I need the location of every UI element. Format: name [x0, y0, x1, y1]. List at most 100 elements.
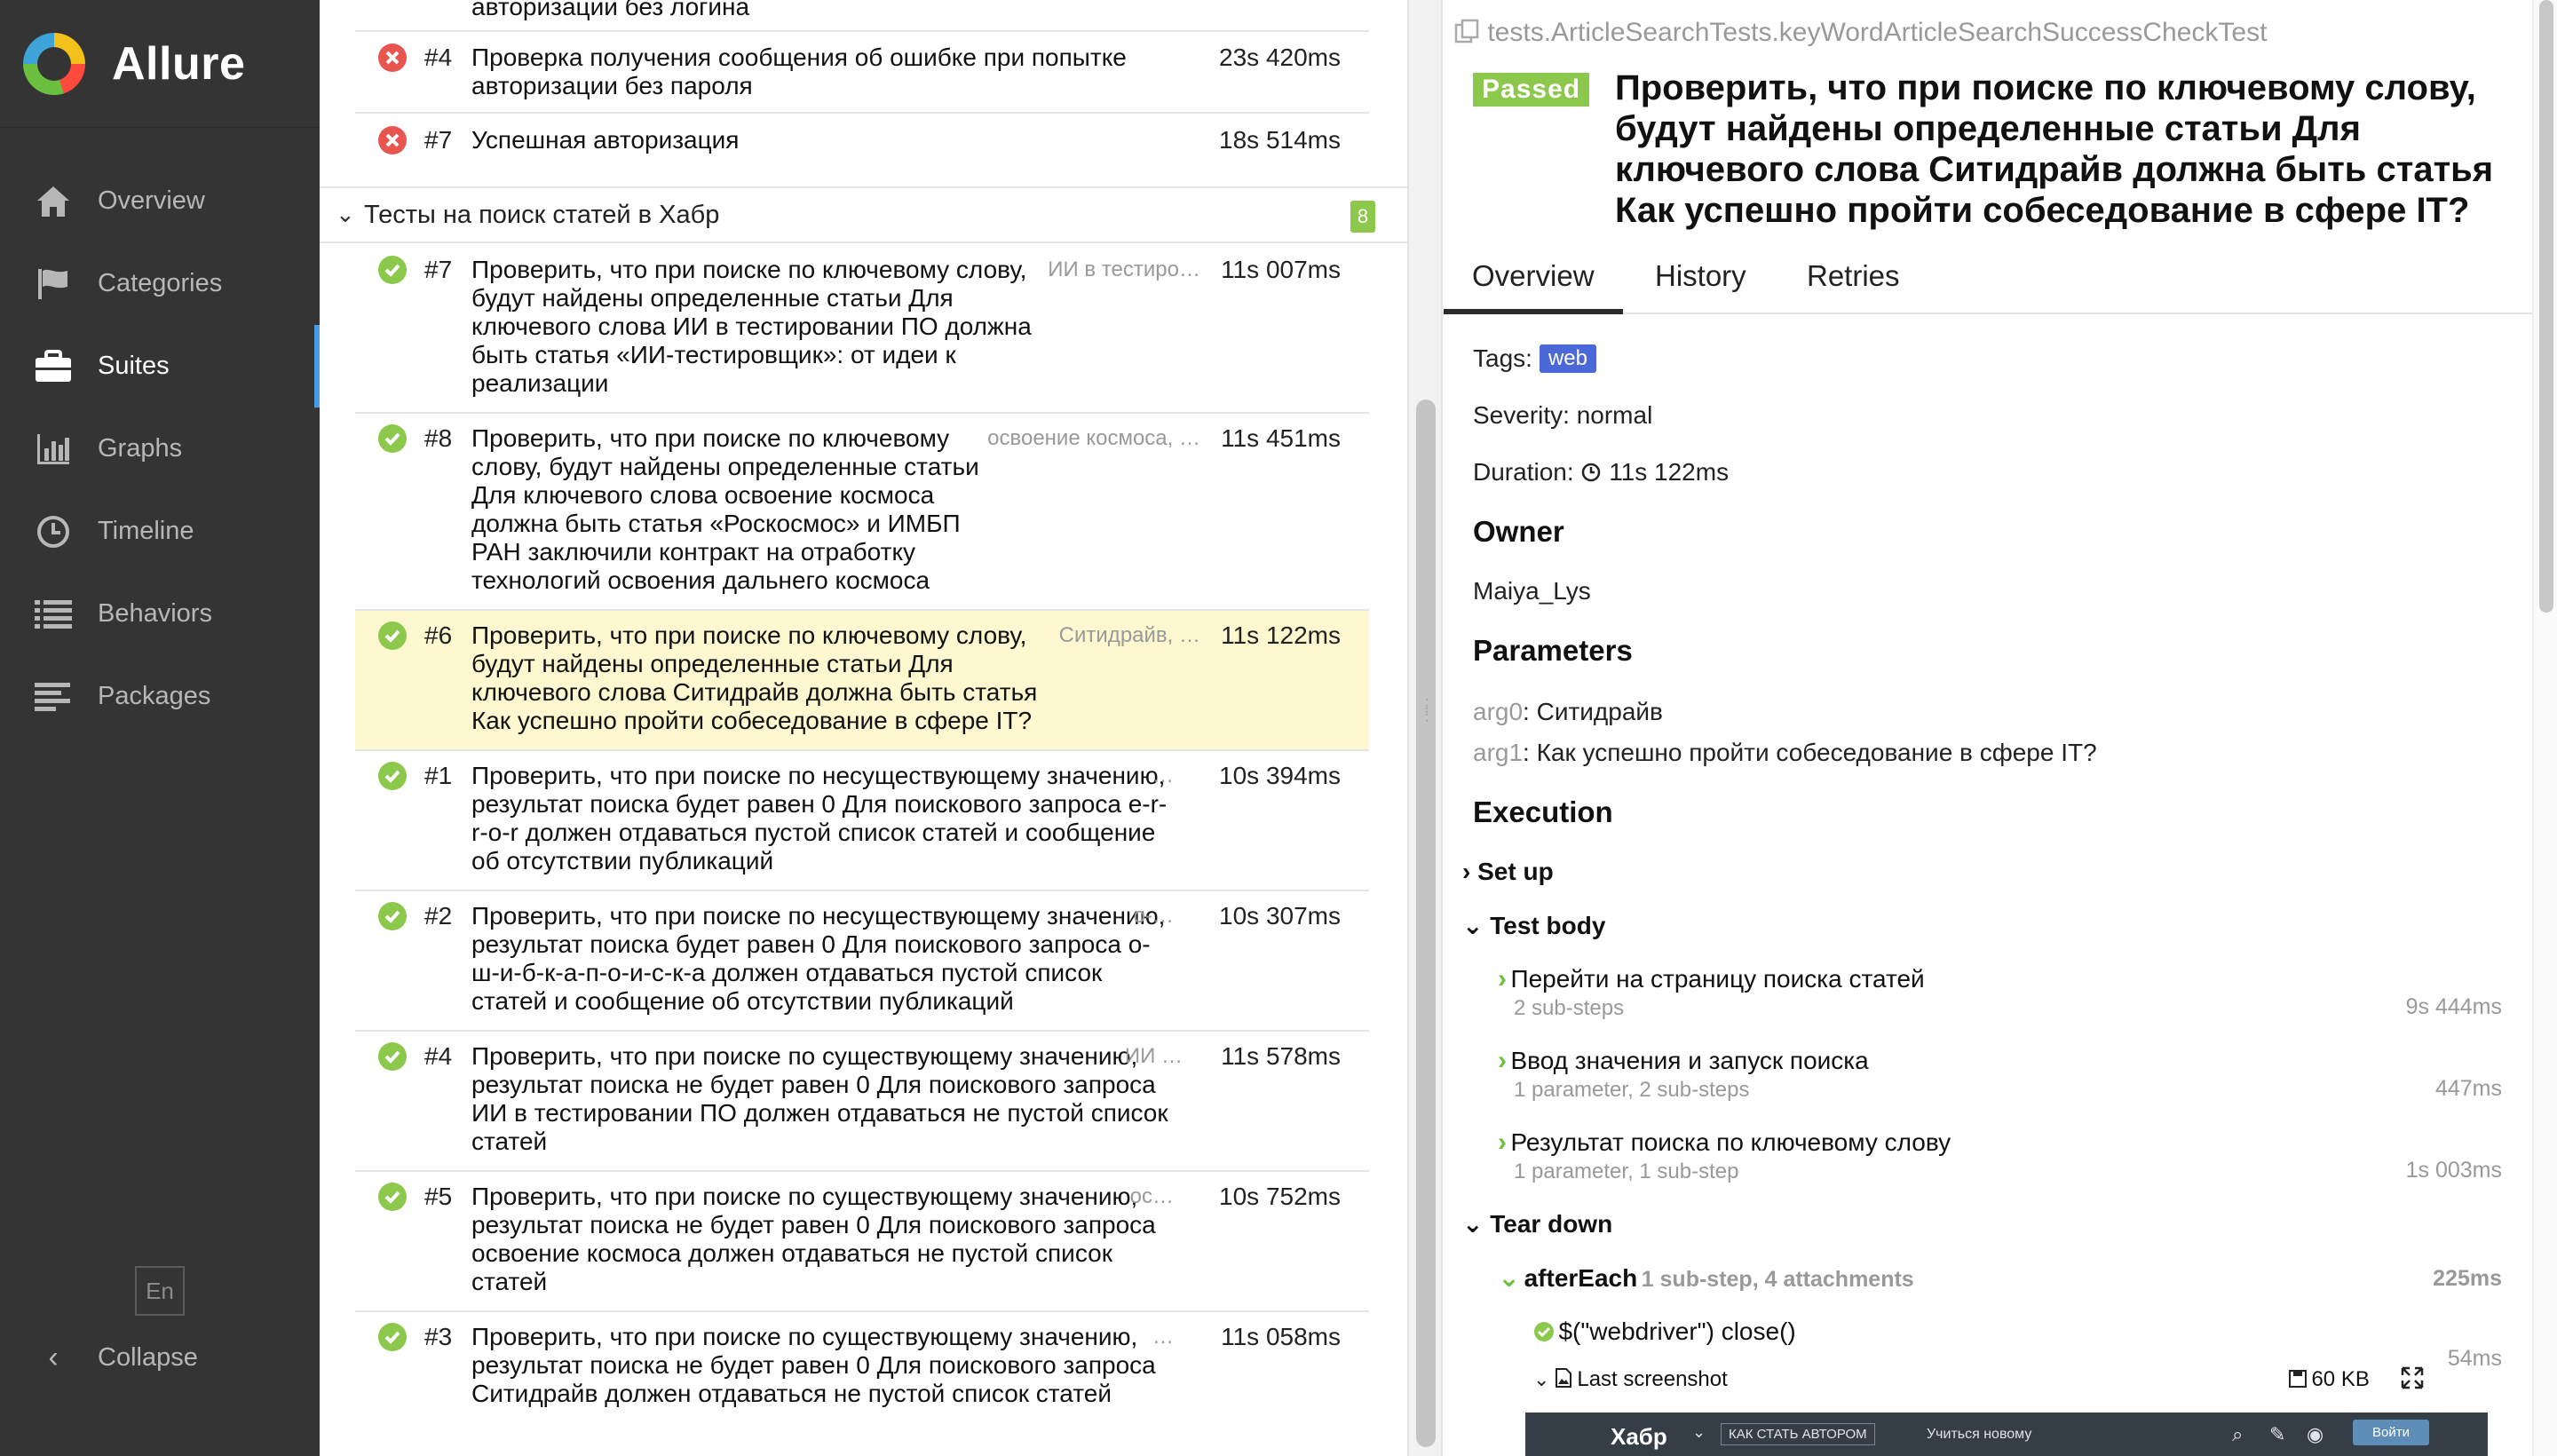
- tree-row[interactable]: #7 Успешная авторизация 18s 514ms: [355, 114, 1369, 188]
- test-parameters: ИИ в тестиро…: [1048, 257, 1200, 281]
- tree-row[interactable]: #1 Проверить, что при поиске по несуществ…: [355, 751, 1369, 891]
- sidebar-item-suites[interactable]: Suites: [0, 325, 320, 408]
- sidebar-item-categories[interactable]: Categories: [0, 242, 320, 325]
- step-item[interactable]: › Результат поиска по ключевому слову 1 …: [1498, 1128, 1951, 1184]
- step-meta: 1 sub-step, 4 attachments: [1641, 1267, 1914, 1292]
- tree-row[interactable]: #4 Проверка получения сообщения об ошибк…: [355, 32, 1369, 114]
- tab-overview[interactable]: Overview: [1444, 259, 1622, 314]
- after-each-step[interactable]: ⌄ afterEach 1 sub-step, 4 attachments: [1498, 1262, 1914, 1294]
- passed-status-icon: [1533, 1322, 1558, 1343]
- chevron-down-icon: ⌄: [1462, 912, 1491, 939]
- language-switch[interactable]: En: [135, 1266, 185, 1316]
- step-item[interactable]: › Ввод значения и запуск поиска 1 parame…: [1498, 1046, 1869, 1103]
- test-parameters: о-…: [1133, 904, 1174, 928]
- scroll-thumb[interactable]: [1416, 400, 1436, 1447]
- chevron-right-icon: ›: [1498, 1046, 1507, 1075]
- test-body-section[interactable]: ⌄ Test body: [1462, 911, 1605, 940]
- setup-section[interactable]: › Set up: [1462, 858, 1554, 886]
- close-step[interactable]: $("webdriver") close(): [1533, 1318, 1796, 1346]
- tab-retries[interactable]: Retries: [1807, 259, 1900, 293]
- tag-badge[interactable]: web: [1539, 344, 1596, 373]
- sidebar-item-timeline[interactable]: Timeline: [0, 490, 320, 573]
- test-number: #2: [424, 902, 453, 930]
- parameters-heading: Parameters: [1473, 634, 1633, 667]
- copy-icon[interactable]: [1453, 18, 1487, 47]
- attachment-size-text: 60 KB: [2311, 1367, 2370, 1391]
- collapse-button[interactable]: ‹ Collapse: [34, 1335, 198, 1380]
- list-icon: [34, 597, 73, 632]
- search-icon: ⌕: [2232, 1423, 2244, 1445]
- tree-row[interactable]: #5 Проверить, что при поиске по существую…: [355, 1172, 1369, 1312]
- tags-row: Tags: web: [1473, 344, 1596, 373]
- test-parameters: ос…: [1129, 1184, 1174, 1208]
- failed-status-icon: [378, 126, 407, 154]
- teardown-section[interactable]: ⌄ Tear down: [1462, 1209, 1612, 1238]
- save-icon[interactable]: [2288, 1370, 2311, 1389]
- tree-row[interactable]: #2 Проверить, что при поиске по несуществ…: [355, 891, 1369, 1032]
- step-duration: 9s 444ms: [2405, 994, 2502, 1019]
- scroll-thumb[interactable]: [2539, 0, 2553, 613]
- test-parameters: …: [1152, 764, 1174, 787]
- test-number: #7: [424, 256, 453, 283]
- parameter-name: arg0: [1473, 698, 1524, 725]
- sidebar-item-graphs[interactable]: Graphs: [0, 408, 320, 490]
- test-number: #1: [424, 762, 453, 789]
- login-button: Войти: [2353, 1420, 2429, 1445]
- expand-icon[interactable]: [2400, 1365, 2425, 1395]
- bar-chart-icon: [34, 431, 73, 467]
- suite-title: Тесты на поиск статей в Хабр: [364, 201, 720, 229]
- test-body-label: Test body: [1490, 912, 1606, 939]
- eye-icon: ◉: [2307, 1423, 2324, 1445]
- passed-status-icon: [378, 1183, 407, 1211]
- tree-row[interactable]: #3 Проверить, что при поиске по существую…: [355, 1312, 1369, 1456]
- teardown-label: Tear down: [1490, 1210, 1613, 1238]
- clock-icon: [34, 514, 73, 550]
- tree-row[interactable]: #8 Проверить, что при поиске по ключевому…: [355, 414, 1369, 611]
- sidebar-item-packages[interactable]: Packages: [0, 655, 320, 738]
- attachment-screenshot-preview[interactable]: Хабр ⌄ КАК СТАТЬ АВТОРОМ Учиться новому …: [1525, 1412, 2488, 1456]
- chevron-down-icon: ⌄: [1462, 1210, 1491, 1238]
- test-number: #4: [424, 1042, 453, 1070]
- test-title: Проверить, что при поиске по несуществую…: [471, 762, 1168, 874]
- step-title: Результат поиска по ключевому слову: [1510, 1128, 1951, 1156]
- test-number: #3: [424, 1323, 453, 1350]
- detail-scrollbar[interactable]: [2532, 0, 2557, 1456]
- collapse-label: Collapse: [98, 1342, 198, 1372]
- test-duration: 11s 578ms: [1221, 1042, 1341, 1070]
- split-handle-icon[interactable]: ⋮ ⋮: [1418, 697, 1436, 724]
- sidebar-item-behaviors[interactable]: Behaviors: [0, 573, 320, 655]
- sidebar-item-overview[interactable]: Overview: [0, 160, 320, 242]
- brand[interactable]: Allure: [0, 0, 320, 128]
- tree-scrollbar[interactable]: ⋮ ⋮: [1407, 0, 1443, 1456]
- clock-icon: [1580, 458, 1609, 486]
- suite-group-header[interactable]: ⌄ Тесты на поиск статей в Хабр 8: [320, 186, 1407, 243]
- test-title: Проверить, что при поиске по ключевому с…: [471, 256, 1032, 397]
- test-title: Проверить, что при поиске по несуществую…: [471, 902, 1166, 1015]
- test-tree-panel: авторизации без логина #4 Проверка получ…: [320, 0, 1407, 1456]
- test-detail-panel: tests.ArticleSearchTests.keyWordArticleS…: [1443, 0, 2557, 1456]
- page-title: Проверить, что при поиске по ключевому с…: [1615, 68, 2494, 230]
- chevron-down-icon: ⌄: [1533, 1368, 1550, 1390]
- attachment-row[interactable]: ⌄ Last screenshot: [1533, 1367, 1728, 1392]
- tab-history[interactable]: History: [1655, 259, 1746, 293]
- tree-row[interactable]: авторизации без логина: [355, 0, 1369, 32]
- tree-row[interactable]: #4 Проверить, что при поиске по существую…: [355, 1032, 1369, 1172]
- duration-value: 11s 122ms: [1609, 458, 1730, 486]
- test-number: #7: [424, 126, 453, 154]
- tree-row[interactable]: #7 Проверить, что при поиске по ключевому…: [355, 245, 1369, 414]
- test-number: #8: [424, 424, 453, 452]
- chevron-down-icon: ⌄: [336, 201, 355, 227]
- test-duration: 11s 007ms: [1221, 256, 1341, 283]
- test-full-name[interactable]: tests.ArticleSearchTests.keyWordArticleS…: [1453, 18, 2267, 48]
- step-item[interactable]: › Перейти на страницу поиска статей 2 su…: [1498, 964, 1925, 1021]
- tree-row[interactable]: #6 Проверить, что при поиске по ключевому…: [355, 611, 1369, 751]
- failed-status-icon: [378, 44, 407, 72]
- parameter-row: arg0: Ситидрайв: [1473, 698, 1663, 725]
- test-number: #5: [424, 1183, 453, 1210]
- sidebar-item-label: Categories: [98, 269, 223, 297]
- passed-status-icon: [378, 1323, 407, 1351]
- sidebar-item-label: Overview: [98, 186, 205, 215]
- parameter-row: arg1: Как успешно пройти собеседование в…: [1473, 739, 2097, 766]
- chevron-down-icon: ⌄: [1692, 1423, 1706, 1441]
- align-left-icon: [34, 679, 73, 715]
